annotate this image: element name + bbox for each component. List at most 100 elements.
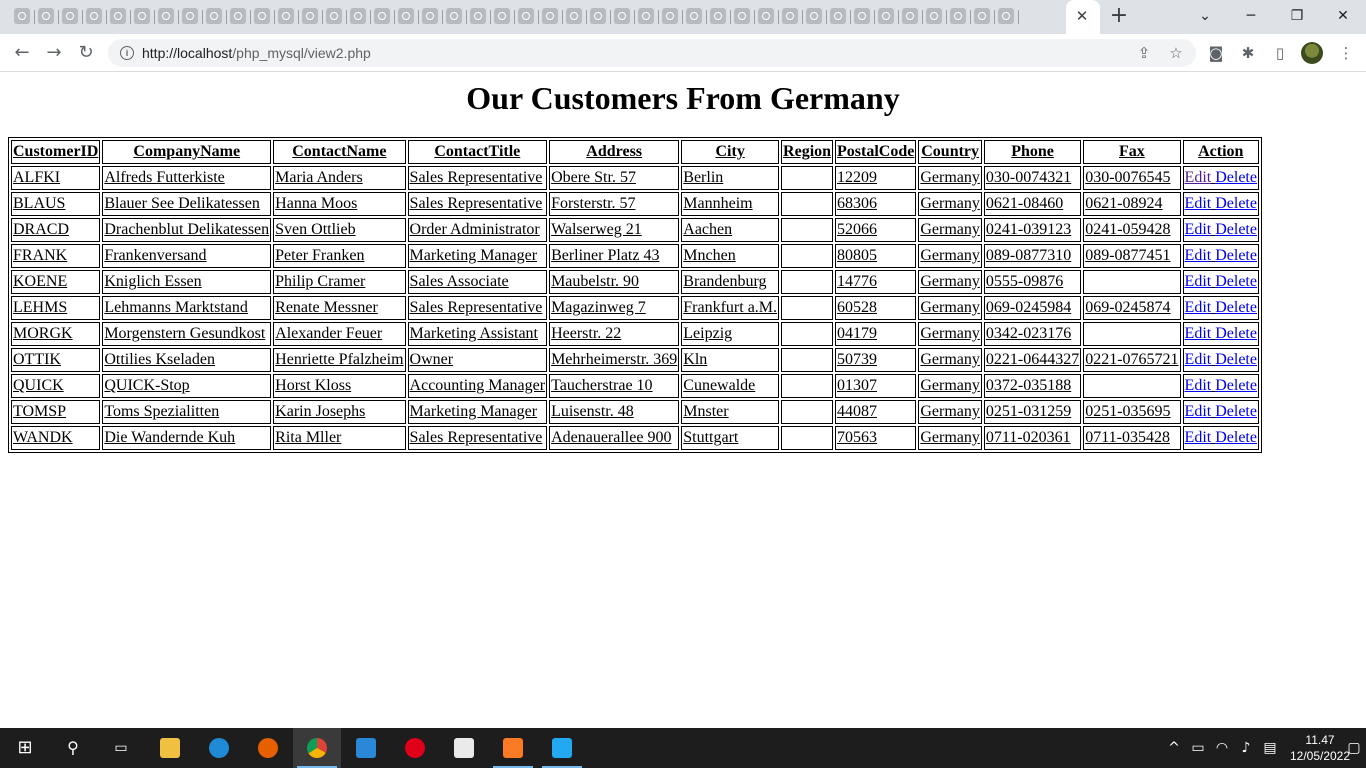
minimize-button[interactable]: ─: [1236, 4, 1266, 28]
delete-link[interactable]: Delete: [1215, 247, 1257, 264]
edit-link[interactable]: Edit: [1185, 169, 1212, 186]
delete-link[interactable]: Delete: [1215, 429, 1257, 446]
tab-favicon-icon[interactable]: [878, 8, 894, 24]
tab-favicon-icon[interactable]: [206, 8, 222, 24]
delete-link[interactable]: Delete: [1215, 377, 1257, 394]
tab-favicon-icon[interactable]: [542, 8, 558, 24]
search-icon[interactable]: ⚲: [58, 728, 88, 768]
firefox-icon[interactable]: [244, 728, 292, 768]
tab-favicon-icon[interactable]: [158, 8, 174, 24]
store-icon[interactable]: [440, 728, 488, 768]
tab-favicon-icon[interactable]: [926, 8, 942, 24]
tab-favicon-icon[interactable]: [638, 8, 654, 24]
edit-link[interactable]: Edit: [1185, 403, 1212, 420]
delete-link[interactable]: Delete: [1215, 403, 1257, 420]
tab-favicon-icon[interactable]: [38, 8, 54, 24]
profile-avatar[interactable]: [1301, 42, 1323, 64]
delete-link[interactable]: Delete: [1215, 169, 1257, 186]
extensions-puzzle-icon[interactable]: ✱: [1238, 43, 1258, 63]
tab-favicon-icon[interactable]: [614, 8, 630, 24]
edit-link[interactable]: Edit: [1185, 299, 1212, 316]
keyboard-icon[interactable]: ▤: [1260, 728, 1280, 768]
camera-icon[interactable]: ◙: [1206, 43, 1226, 63]
tab-favicon-icon[interactable]: [734, 8, 750, 24]
tab-favicon-icon[interactable]: [998, 8, 1014, 24]
edit-link[interactable]: Edit: [1185, 221, 1212, 238]
tab-favicon-icon[interactable]: [782, 8, 798, 24]
tab-favicon-icon[interactable]: [374, 8, 390, 24]
address-bar[interactable]: i http://localhost/php_mysql/view2.php ⇪…: [108, 39, 1196, 67]
tab-favicon-icon[interactable]: [830, 8, 846, 24]
tab-favicon-icon[interactable]: [806, 8, 822, 24]
menu-kebab-icon[interactable]: ⋮: [1336, 43, 1356, 63]
edit-link[interactable]: Edit: [1185, 273, 1212, 290]
tab-favicon-icon[interactable]: [758, 8, 774, 24]
notifications-icon[interactable]: ▢: [1346, 728, 1362, 768]
delete-link[interactable]: Delete: [1215, 273, 1257, 290]
tab-favicon-icon[interactable]: [566, 8, 582, 24]
edit-link[interactable]: Edit: [1185, 247, 1212, 264]
battery-icon[interactable]: ▭: [1188, 728, 1208, 768]
tab-close-icon[interactable]: ✕: [1073, 7, 1091, 25]
volume-icon[interactable]: ♪: [1236, 728, 1256, 768]
tab-favicon-icon[interactable]: [950, 8, 966, 24]
edit-link[interactable]: Edit: [1185, 429, 1212, 446]
tab-favicon-icon[interactable]: [86, 8, 102, 24]
tab-favicon-icon[interactable]: [254, 8, 270, 24]
tab-favicon-icon[interactable]: [134, 8, 150, 24]
tab-favicon-icon[interactable]: [470, 8, 486, 24]
tab-favicon-icon[interactable]: [518, 8, 534, 24]
back-button[interactable]: ←: [10, 41, 34, 65]
tab-search-icon[interactable]: ⌄: [1190, 4, 1220, 28]
delete-link[interactable]: Delete: [1215, 351, 1257, 368]
chrome-icon[interactable]: [293, 728, 341, 768]
opera-icon[interactable]: [391, 728, 439, 768]
edge-icon[interactable]: [195, 728, 243, 768]
tab-favicon-icon[interactable]: [302, 8, 318, 24]
task-view-icon[interactable]: ▭: [106, 728, 136, 768]
share-icon[interactable]: ⇪: [1134, 43, 1154, 63]
tab-favicon-icon[interactable]: [182, 8, 198, 24]
tab-favicon-icon[interactable]: [398, 8, 414, 24]
tab-favicon-icon[interactable]: [110, 8, 126, 24]
tab-favicon-icon[interactable]: [854, 8, 870, 24]
tab-favicon-icon[interactable]: [422, 8, 438, 24]
edit-link[interactable]: Edit: [1185, 377, 1212, 394]
tab-favicon-icon[interactable]: [494, 8, 510, 24]
tab-favicon-icon[interactable]: [278, 8, 294, 24]
tab-favicon-icon[interactable]: [902, 8, 918, 24]
tab-favicon-icon[interactable]: [230, 8, 246, 24]
tab-favicon-icon[interactable]: [710, 8, 726, 24]
tab-favicon-icon[interactable]: [14, 8, 30, 24]
close-window-button[interactable]: ✕: [1328, 4, 1358, 28]
xampp-icon[interactable]: [489, 728, 537, 768]
delete-link[interactable]: Delete: [1215, 221, 1257, 238]
tab-favicon-icon[interactable]: [350, 8, 366, 24]
edit-link[interactable]: Edit: [1185, 351, 1212, 368]
tab-favicon-icon[interactable]: [446, 8, 462, 24]
tab-favicon-icon[interactable]: [662, 8, 678, 24]
edit-link[interactable]: Edit: [1185, 195, 1212, 212]
file-explorer-icon[interactable]: [146, 728, 194, 768]
wifi-icon[interactable]: ◠: [1212, 728, 1232, 768]
tab-favicon-icon[interactable]: [974, 8, 990, 24]
reload-button[interactable]: ↻: [74, 41, 98, 65]
edit-link[interactable]: Edit: [1185, 325, 1212, 342]
restore-button[interactable]: ❐: [1282, 4, 1312, 28]
url-text[interactable]: http://localhost/php_mysql/view2.php: [142, 45, 371, 61]
bookmark-star-icon[interactable]: ☆: [1166, 43, 1186, 63]
delete-link[interactable]: Delete: [1215, 195, 1257, 212]
forward-button[interactable]: →: [42, 41, 66, 65]
tab-favicon-icon[interactable]: [590, 8, 606, 24]
side-panel-icon[interactable]: ▯: [1270, 43, 1290, 63]
site-info-icon[interactable]: i: [120, 46, 134, 60]
vscode-icon[interactable]: [538, 728, 586, 768]
start-windows-icon[interactable]: ⊞: [10, 728, 40, 768]
photos-icon[interactable]: [342, 728, 390, 768]
delete-link[interactable]: Delete: [1215, 299, 1257, 316]
tray-chevron-icon[interactable]: ^: [1164, 728, 1184, 768]
tab-favicon-icon[interactable]: [686, 8, 702, 24]
delete-link[interactable]: Delete: [1215, 325, 1257, 342]
tab-favicon-icon[interactable]: [326, 8, 342, 24]
new-tab-button[interactable]: +: [1108, 5, 1130, 27]
